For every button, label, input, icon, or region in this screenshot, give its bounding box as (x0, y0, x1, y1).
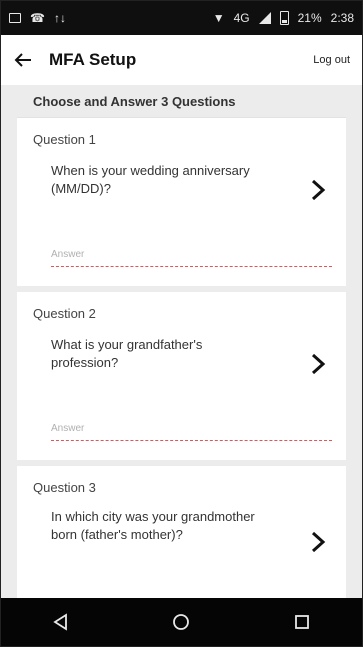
wifi-call-icon: ☎ (30, 11, 45, 25)
questions-panel: Choose and Answer 3 Questions Question 1… (17, 85, 346, 598)
data-saver-icon: ↑↓ (53, 11, 66, 25)
chevron-right-icon[interactable] (308, 178, 328, 202)
nav-recents-icon[interactable] (282, 602, 322, 642)
chevron-right-icon[interactable] (308, 352, 328, 376)
question-card-2: Question 2 What is your grandfather's pr… (17, 292, 346, 466)
battery-icon (279, 11, 289, 25)
answer-input[interactable] (51, 244, 332, 265)
notification-icon (9, 13, 21, 23)
battery-level: 21% (297, 11, 322, 25)
question-text[interactable]: In which city was your grandmother born … (51, 508, 266, 544)
question-card-1: Question 1 When is your wedding annivers… (17, 118, 346, 292)
phone-screen: ☎ ↑↓ ▼ 4G 21% 2:38 MFA Setup Log out Cho… (0, 0, 363, 647)
system-nav-bar (1, 598, 362, 646)
status-right: ▼ 4G 21% 2:38 (213, 11, 354, 25)
section-header: Choose and Answer 3 Questions (17, 85, 346, 118)
logout-button[interactable]: Log out (313, 54, 350, 66)
answer-input[interactable] (51, 418, 332, 439)
chevron-right-icon[interactable] (308, 530, 328, 554)
wifi-icon: ▼ (212, 11, 225, 25)
answer-field-1[interactable] (51, 244, 332, 267)
nav-home-icon[interactable] (161, 602, 201, 642)
question-label: Question 2 (33, 306, 96, 321)
signal-icon (258, 12, 271, 24)
nav-back-icon[interactable] (41, 602, 81, 642)
status-time: 2:38 (330, 11, 354, 25)
app-bar: MFA Setup Log out (1, 35, 362, 85)
question-label: Question 1 (33, 132, 96, 147)
question-card-3: Question 3 In which city was your grandm… (17, 466, 346, 598)
status-left: ☎ ↑↓ (9, 12, 66, 24)
back-arrow-icon[interactable] (11, 48, 35, 72)
question-text[interactable]: When is your wedding anniversary (MM/DD)… (51, 162, 266, 198)
status-bar: ☎ ↑↓ ▼ 4G 21% 2:38 (1, 1, 362, 35)
answer-field-2[interactable] (51, 418, 332, 441)
question-label: Question 3 (33, 480, 96, 495)
network-type: 4G (233, 11, 250, 25)
question-text[interactable]: What is your grandfather's profession? (51, 336, 266, 372)
page-title: MFA Setup (49, 50, 137, 69)
